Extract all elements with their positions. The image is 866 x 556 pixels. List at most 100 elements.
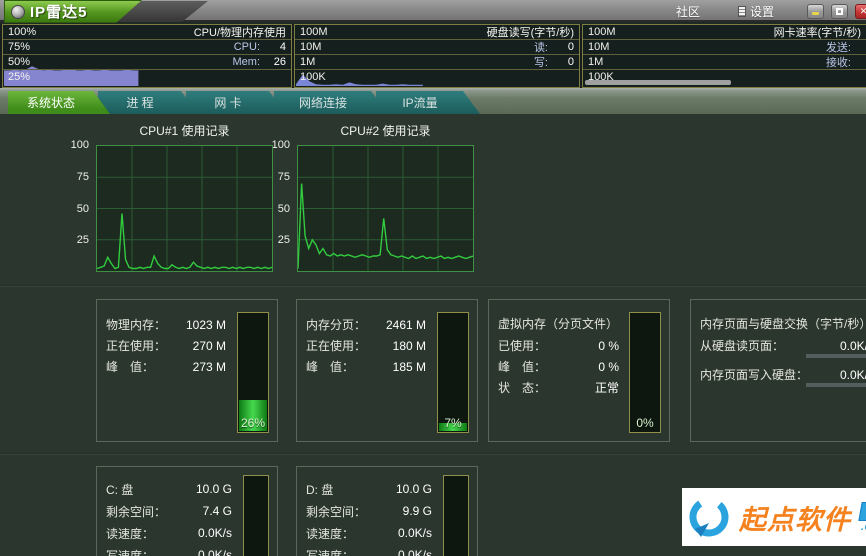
y-tick: 100 [271,139,290,151]
scale-label: 100M [588,25,616,38]
cncrk-logo-icon [689,497,729,537]
row-label: 峰 值： [106,360,155,374]
scale-label: 100K [300,70,326,83]
stat-label: 发送: [825,42,851,54]
settings-label: 设置 [749,4,774,19]
row-label: 从硬盘读页面： [700,339,785,353]
cpu1-usage-chart [96,145,273,272]
monitor-title: 硬盘读写(字节/秒) [486,27,574,39]
system-status-page: CPU#1 使用记录 CPU#2 使用记录 100 75 50 25 100 7… [0,114,866,556]
stat-value: 4 [279,41,286,53]
cpu1-chart-title: CPU#1 使用记录 [139,124,230,138]
gauge-label: 26% [240,416,266,430]
stat-value: 0 [567,56,574,68]
disk-d-gauge [443,475,469,556]
mouse-icon [11,5,25,19]
cpu2-chart-title: CPU#2 使用记录 [340,124,431,138]
row-label: 读速度： [306,526,355,541]
minimize-icon [812,11,819,15]
tab-network-connections[interactable]: 网络连接 [274,91,388,114]
scale-label: 10M [300,40,322,53]
stat-label: 写: [533,57,548,69]
panel-title: 内存页面与硬盘交换（字节/秒） [700,317,866,331]
disk-io-monitor: 100M 硬盘读写(字节/秒) 10M 读: 0 1M 写: 0 100K [294,24,580,88]
tab-ip-traffic[interactable]: IP流量 [376,91,480,114]
stat-value: 26 [273,56,286,68]
scale-label: 100M [300,25,328,38]
row-label: D: 盘 [306,482,334,497]
y-tick: 25 [76,234,89,246]
minimize-button[interactable] [807,3,824,19]
cncrk-watermark[interactable]: 起点软件 CNCRK .COM [682,488,866,546]
cpu2-usage-chart [297,145,474,272]
scale-label: 75% [8,40,31,53]
row-value: 1023 M [185,317,226,332]
disk-d-panel: D: 盘 10.0 G 剩余空间： 9.9 G 读速度： 0.0K/s 写速度： 0.0… [296,466,478,556]
cpu2-y-axis: 100 75 50 25 [271,140,293,272]
paging-usage-gauge: 7% [437,312,469,433]
y-tick: 100 [70,139,89,151]
row-label: 内存分页： [306,318,367,332]
row-value: 0 % [598,359,619,374]
stat-value: 0 [851,41,866,53]
app-title: IP雷达5 [30,4,88,21]
y-tick: 75 [76,171,89,183]
scale-label: 100K [588,70,614,83]
virtual-memory-panel: 虚拟内存（分页文件） 已使用： 0 % 峰 值： 0 % 状 态： 正常 0% [488,299,670,442]
scale-label: 100% [8,25,37,38]
watermark-badge: CNCRK .COM [856,501,866,533]
scale-label: 10M [588,40,610,53]
row-value: 0 % [598,338,619,353]
stat-label: 读: [533,42,548,54]
row-value: 0.0K/s [197,548,232,556]
y-tick: 50 [76,203,89,215]
section-divider [0,285,866,287]
close-button[interactable]: ✕ [855,3,866,19]
stat-label: 接收: [825,57,851,69]
settings-button[interactable]: 设置 [737,3,774,20]
disk-c-gauge [243,475,269,556]
row-label: 正在使用： [306,339,367,353]
row-value: 0.0K/s [397,526,432,540]
row-value: 10.0 G [195,482,232,496]
memory-disk-swap-panel: 内存页面与硬盘交换（字节/秒） 从硬盘读页面： 0.0K/秒 内存页面写入硬盘： 0… [690,299,866,442]
row-value: 0.0K/秒 [839,368,866,382]
row-label: 读速度： [106,526,155,541]
row-label: C: 盘 [106,482,134,497]
row-label: 已使用： [498,339,547,353]
row-value: 0.0K/s [397,548,432,556]
row-value: 2461 M [385,317,426,332]
tab-system-status[interactable]: 系统状态 [8,91,110,114]
row-label: 剩余空间： [306,504,367,519]
badge-top: CNCRK [858,501,866,521]
badge-bottom: .COM [860,520,866,533]
tab-processes[interactable]: 进 程 [98,91,198,114]
row-label: 峰 值： [498,360,547,374]
row-label: 内存页面写入硬盘： [700,368,809,382]
settings-icon [737,5,746,17]
row-value: 正常 [594,381,619,395]
stat-label: CPU: [233,41,260,53]
row-label: 状 态： [498,381,547,395]
disk-c-panel: C: 盘 10.0 G 剩余空间： 7.4 G 读速度： 0.0K/s 写速度： 0.0… [96,466,278,556]
memory-usage-gauge: 26% [237,312,269,433]
monitor-title: CPU/物理内存使用 [193,27,286,39]
monitor-strip: 100% CPU/物理内存使用 75% CPU: 4 50% Mem: 26 25% 10… [0,24,866,88]
community-link[interactable]: 社区 [676,3,700,20]
stat-value: 0 [851,56,866,68]
maximize-button[interactable] [831,3,848,19]
watermark-name: 起点软件 [739,504,851,535]
app-window: 社区 设置 ✕ IP雷达5 100% CPU/物理内存使用 75% CPU: 4 50… [0,0,866,556]
tab-bar: 系统状态 进 程 网 卡 网络连接 IP流量 [0,88,866,114]
y-tick: 25 [277,234,290,246]
row-value: 273 M [192,359,226,374]
swap-read-bar [806,354,866,358]
stat-label: Mem: [232,56,261,68]
app-logo: IP雷达5 [2,0,212,23]
tab-network-card[interactable]: 网 卡 [186,91,286,114]
monitor-title: 网卡速率(字节/秒) [773,27,861,39]
swap-write-bar [806,383,866,387]
close-icon: ✕ [859,5,866,16]
scale-label: 25% [8,70,31,83]
memory-paging-panel: 内存分页： 2461 M 正在使用： 180 M 峰 值： 185 M 7% [296,299,478,442]
